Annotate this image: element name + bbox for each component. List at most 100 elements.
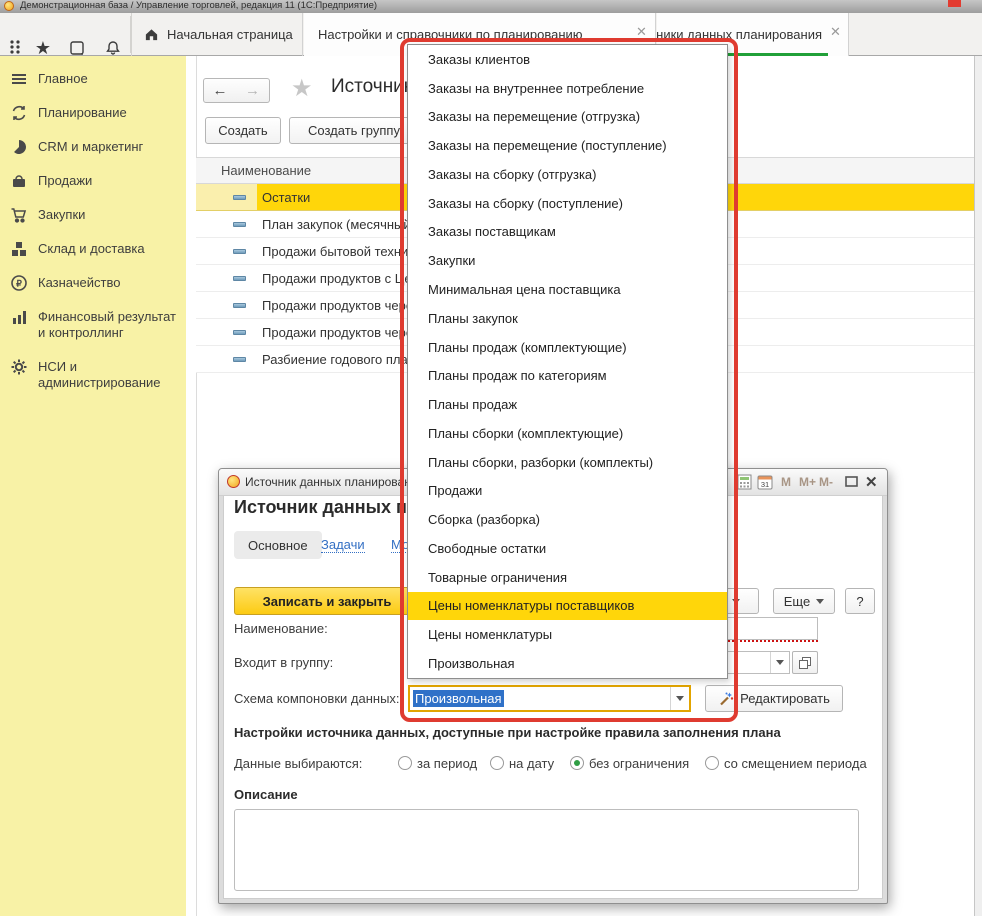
sidebar-item-purchases[interactable]: Закупки <box>0 198 186 232</box>
tab-home-label: Начальная страница <box>167 27 293 42</box>
home-icon <box>144 27 159 42</box>
sidebar-item-label: Главное <box>38 71 88 86</box>
window-title: Демонстрационная база / Управление торго… <box>20 0 377 11</box>
more-button[interactable]: Еще <box>773 588 835 614</box>
tab-settings-close-icon[interactable]: ✕ <box>636 25 647 38</box>
sidebar-item-crm[interactable]: CRM и маркетинг <box>0 130 186 164</box>
open-windows-icon <box>798 656 812 670</box>
radio-period-shift-label: со смещением периода <box>724 756 867 771</box>
create-button[interactable]: Создать <box>205 117 281 144</box>
memory-m-plus-button[interactable]: M+ <box>799 475 816 489</box>
name-field-label: Наименование: <box>234 621 328 636</box>
scheme-combo[interactable]: Произвольная <box>408 685 691 712</box>
dropdown-item[interactable]: Товарные ограничения <box>408 563 727 592</box>
sidebar-item-finance[interactable]: Финансовый результат и контроллинг <box>0 300 186 350</box>
dropdown-item[interactable]: Цены номенклатуры <box>408 620 727 649</box>
scheme-dropdown-list: Заказы клиентов Заказы на внутреннее пот… <box>407 44 728 679</box>
sidebar-item-warehouse[interactable]: Склад и доставка <box>0 232 186 266</box>
dropdown-item[interactable]: Сборка (разборка) <box>408 505 727 534</box>
tab-sources-label: Источники данных планирования <box>657 27 822 42</box>
dropdown-item[interactable]: Заказы на сборку (отгрузка) <box>408 160 727 189</box>
back-button[interactable]: ← <box>203 78 237 103</box>
window-close-icon[interactable] <box>948 0 961 7</box>
radio-no-limit[interactable] <box>570 756 584 770</box>
svg-text:₽: ₽ <box>16 279 22 289</box>
dropdown-item[interactable]: Закупки <box>408 246 727 275</box>
sidebar-item-main[interactable]: Главное <box>0 62 186 96</box>
list-element-icon <box>233 303 246 308</box>
sidebar-item-planning[interactable]: Планирование <box>0 96 186 130</box>
dropdown-item[interactable]: Заказы поставщикам <box>408 218 727 247</box>
dropdown-item[interactable]: Заказы на сборку (поступление) <box>408 189 727 218</box>
group-combo-dropdown-icon[interactable] <box>770 652 789 673</box>
dropdown-item[interactable]: Минимальная цена поставщика <box>408 275 727 304</box>
menu-icon <box>10 70 28 88</box>
radio-date-label: на дату <box>509 756 554 771</box>
dropdown-item[interactable]: Планы сборки (комплектующие) <box>408 419 727 448</box>
description-textarea[interactable] <box>234 809 859 891</box>
onec-dialog-icon <box>227 475 240 488</box>
dialog-title: Источник данных планирования <box>245 475 424 489</box>
maximize-icon[interactable] <box>845 476 858 487</box>
dropdown-item[interactable]: Планы продаж по категориям <box>408 361 727 390</box>
sidebar-item-admin[interactable]: НСИ и администрирование <box>0 350 186 400</box>
memory-m-button[interactable]: M <box>781 475 791 489</box>
favorite-star-icon[interactable]: ★ <box>291 74 313 103</box>
section-sidebar: Главное Планирование CRM и маркетинг Про… <box>0 56 186 916</box>
list-element-icon <box>233 330 246 335</box>
warehouse-icon <box>10 240 28 258</box>
sidebar-item-treasury[interactable]: ₽ Казначейство <box>0 266 186 300</box>
sidebar-item-label: Продажи <box>38 173 92 188</box>
create-group-button[interactable]: Создать группу <box>289 117 419 144</box>
column-header-name: Наименование <box>221 163 311 178</box>
radio-period-shift[interactable] <box>705 756 719 770</box>
list-element-icon <box>233 222 246 227</box>
scheme-combo-dropdown-icon[interactable] <box>670 687 689 710</box>
dialog-tab-main[interactable]: Основное <box>234 531 322 559</box>
sidebar-item-label: НСИ и администрирование <box>38 359 161 390</box>
dropdown-item[interactable]: Планы сборки, разборки (комплекты) <box>408 448 727 477</box>
calendar-icon[interactable]: 31 <box>757 474 773 490</box>
list-element-icon <box>233 249 246 254</box>
dropdown-item[interactable]: Заказы на перемещение (поступление) <box>408 131 727 160</box>
tab-home[interactable]: Начальная страница <box>131 13 303 56</box>
crm-icon <box>10 138 28 156</box>
dialog-tab-tasks[interactable]: Задачи <box>321 537 365 553</box>
dropdown-item[interactable]: Свободные остатки <box>408 534 727 563</box>
svg-text:31: 31 <box>761 480 769 489</box>
dropdown-item[interactable]: Заказы клиентов <box>408 45 727 74</box>
edit-scheme-button[interactable]: Редактировать <box>705 685 843 712</box>
sidebar-item-label: Планирование <box>38 105 127 120</box>
right-gutter <box>974 56 982 916</box>
dropdown-item[interactable]: Продажи <box>408 476 727 505</box>
dialog-close-icon[interactable]: ✕ <box>865 473 878 491</box>
forward-button[interactable]: → <box>236 78 270 103</box>
help-button[interactable]: ? <box>845 588 875 614</box>
tab-sources-close-icon[interactable]: ✕ <box>830 25 841 38</box>
dropdown-item[interactable]: Планы продаж <box>408 390 727 419</box>
dropdown-item[interactable]: Заказы на внутреннее потребление <box>408 74 727 103</box>
app-window: Демонстрационная база / Управление торго… <box>0 0 982 916</box>
scheme-combo-value: Произвольная <box>413 690 504 707</box>
memory-m-minus-button[interactable]: M- <box>819 475 833 489</box>
purchases-icon <box>10 206 28 224</box>
save-and-close-button[interactable]: Записать и закрыть <box>234 587 420 615</box>
dropdown-item[interactable]: Произвольная <box>408 649 727 678</box>
radio-date[interactable] <box>490 756 504 770</box>
more-button-label: Еще <box>784 594 810 609</box>
dropdown-item[interactable]: Планы закупок <box>408 304 727 333</box>
window-titlebar: Демонстрационная база / Управление торго… <box>0 0 982 13</box>
calculator-icon[interactable] <box>737 474 752 490</box>
dropdown-item[interactable]: Заказы на перемещение (отгрузка) <box>408 103 727 132</box>
tab-settings-label: Настройки и справочники по планированию <box>318 27 583 42</box>
finance-icon <box>10 308 28 326</box>
group-open-button[interactable] <box>792 651 818 674</box>
sidebar-item-sales[interactable]: Продажи <box>0 164 186 198</box>
group-field-label: Входит в группу: <box>234 655 333 670</box>
dropdown-item[interactable]: Планы продаж (комплектующие) <box>408 333 727 362</box>
settings-section-header: Настройки источника данных, доступные пр… <box>234 725 781 740</box>
sales-icon <box>10 172 28 190</box>
radio-period[interactable] <box>398 756 412 770</box>
list-element-icon <box>233 357 246 362</box>
dropdown-item[interactable]: Цены номенклатуры поставщиков <box>408 592 727 621</box>
